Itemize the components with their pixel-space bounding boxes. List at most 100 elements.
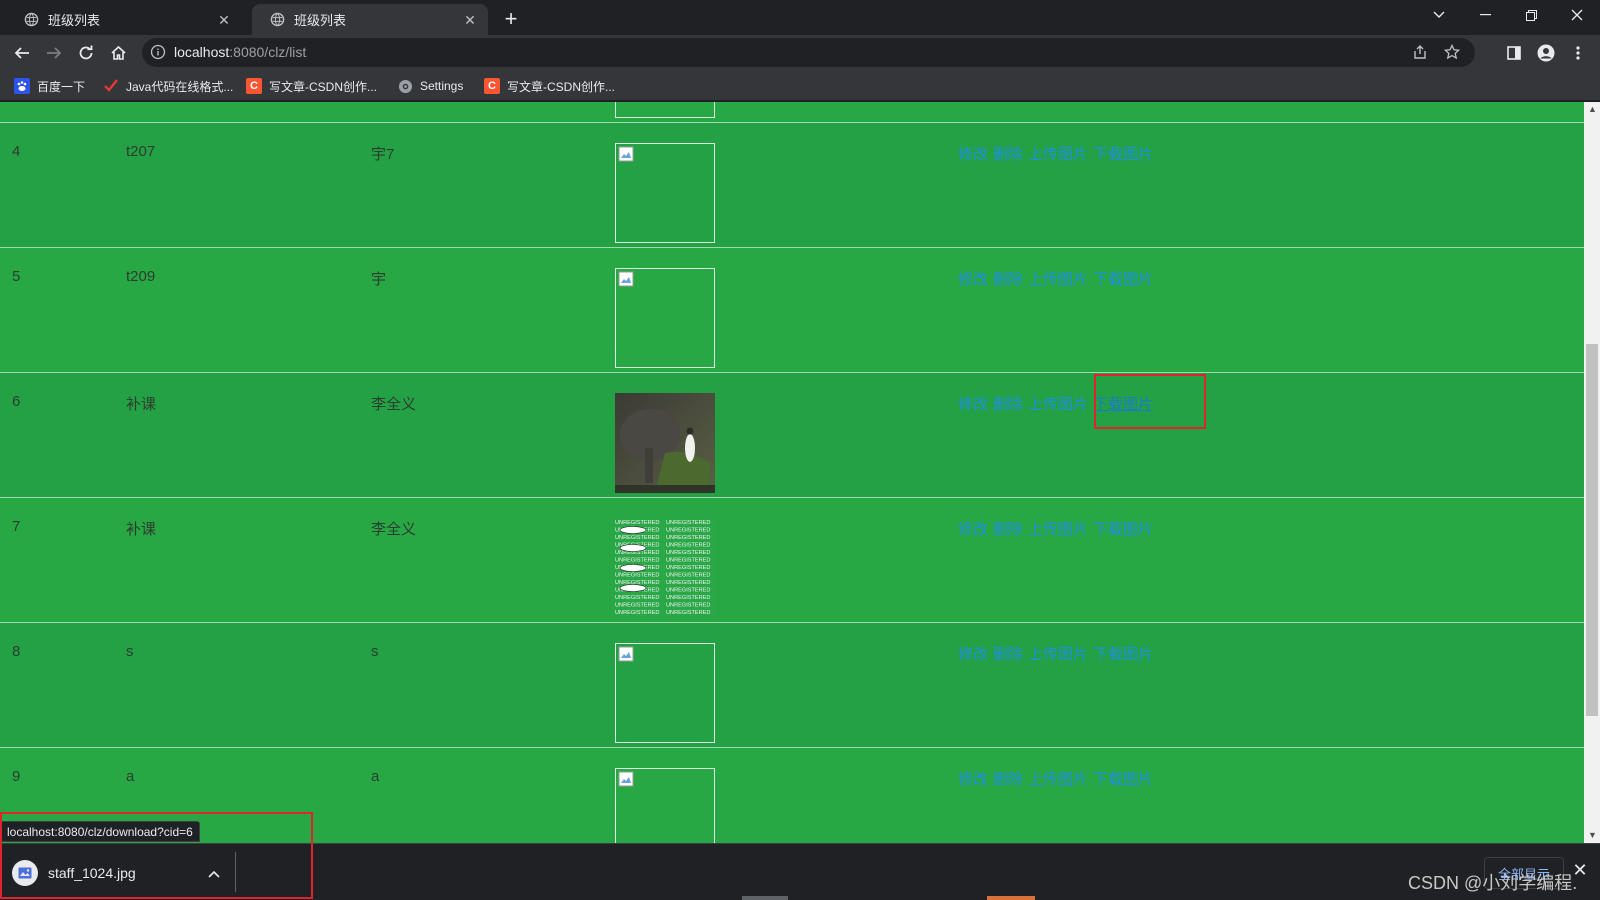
class-photo — [615, 393, 715, 493]
browser-toolbar: localhost:8080/clz/list — [0, 35, 1600, 70]
delete-link[interactable]: 删除 — [993, 396, 1023, 413]
cell-id: 8 — [0, 622, 126, 748]
cell-name — [371, 102, 615, 123]
tab-search-icon[interactable] — [1416, 0, 1462, 30]
info-icon[interactable] — [150, 44, 166, 60]
address-bar[interactable]: localhost:8080/clz/list — [142, 38, 1475, 67]
edit-link[interactable]: 修改 — [958, 271, 988, 288]
cell-name: 李全义 — [371, 497, 615, 623]
table-row: 4 t207 宇7 修改 删除 上传图片 下载图片 — [0, 122, 1584, 248]
close-window-button[interactable] — [1554, 0, 1600, 30]
page-scrollbar[interactable]: ▲ ▼ — [1584, 102, 1600, 843]
cell-code: s — [126, 622, 371, 748]
table-row: 修改删除上传图片下载图片 — [0, 102, 1584, 123]
side-panel-icon[interactable] — [1500, 39, 1528, 67]
class-list-table: 修改删除上传图片下载图片4t207宇7修改删除上传图片下载图片5t209宇修改删… — [0, 102, 1584, 843]
cell-actions: 修改删除上传图片下载图片 — [958, 622, 1584, 748]
scroll-thumb[interactable] — [1586, 344, 1598, 716]
upload-image-link[interactable]: 上传图片 — [1028, 521, 1088, 538]
svg-text:UNREGISTERED: UNREGISTERED — [615, 573, 659, 579]
cell-actions: 修改删除上传图片下载图片 — [958, 122, 1584, 248]
broken-image-icon — [618, 771, 634, 787]
svg-text:UNREGISTERED: UNREGISTERED — [666, 558, 710, 564]
csdn-watermark: CSDN @小刘学编程. — [1408, 873, 1578, 893]
profile-icon[interactable] — [1532, 39, 1560, 67]
delete-link[interactable]: 删除 — [993, 146, 1023, 163]
cell-name: 李全义 — [371, 372, 615, 498]
delete-link[interactable]: 删除 — [993, 771, 1023, 788]
bookmark-settings[interactable]: Settings — [397, 75, 463, 97]
forward-icon[interactable] — [40, 39, 68, 67]
cell-code: 补课 — [126, 372, 371, 498]
svg-text:UNREGISTERED: UNREGISTERED — [615, 520, 659, 526]
tab-close-icon[interactable]: ✕ — [462, 12, 478, 28]
delete-link[interactable]: 删除 — [993, 521, 1023, 538]
bookmark-java-format[interactable]: Java代码在线格式... — [103, 75, 233, 97]
svg-text:UNREGISTERED: UNREGISTERED — [666, 595, 710, 601]
edit-link[interactable]: 修改 — [958, 646, 988, 663]
table-row: 6 补课 李全义 修改 删除 上传图片 下载图片 — [0, 372, 1584, 498]
bookmark-csdn-1[interactable]: C 写文章-CSDN创作... — [246, 75, 377, 97]
tab-close-icon[interactable]: ✕ — [216, 12, 232, 28]
svg-text:UNREGISTERED: UNREGISTERED — [666, 573, 710, 579]
upload-image-link[interactable]: 上传图片 — [1028, 646, 1088, 663]
download-image-link[interactable]: 下载图片 — [1093, 521, 1153, 538]
highlight-box — [0, 812, 313, 899]
csdn-icon: C — [246, 78, 262, 94]
cell-actions: 修改删除上传图片下载图片 — [958, 372, 1584, 498]
upload-image-link[interactable]: 上传图片 — [1028, 396, 1088, 413]
svg-text:UNREGISTERED: UNREGISTERED — [666, 588, 710, 594]
delete-link[interactable]: 删除 — [993, 271, 1023, 288]
tab-inactive[interactable]: 班级列表 ✕ — [6, 4, 242, 35]
share-icon[interactable] — [1406, 38, 1434, 66]
back-icon[interactable] — [8, 39, 36, 67]
cell-actions: 修改删除上传图片下载图片 — [958, 747, 1584, 843]
reload-icon[interactable] — [72, 39, 100, 67]
tab-title: 班级列表 — [48, 13, 101, 28]
download-image-link[interactable]: 下载图片 — [1093, 771, 1153, 788]
cell-image — [615, 747, 958, 843]
svg-text:UNREGISTERED: UNREGISTERED — [666, 528, 710, 534]
globe-icon — [24, 12, 39, 27]
edit-link[interactable]: 修改 — [958, 521, 988, 538]
class-image — [615, 268, 715, 368]
bookmark-baidu[interactable]: 百度一下 — [14, 75, 85, 97]
svg-text:UNREGISTERED: UNREGISTERED — [615, 603, 659, 609]
edit-link[interactable]: 修改 — [958, 396, 988, 413]
tab-active[interactable]: 班级列表 ✕ — [252, 4, 488, 35]
download-image-link[interactable]: 下载图片 — [1093, 146, 1153, 163]
bookmark-label: Settings — [420, 79, 464, 93]
minimize-button[interactable] — [1462, 0, 1508, 30]
download-image-link[interactable]: 下载图片 — [1093, 646, 1153, 663]
bookmark-csdn-2[interactable]: C 写文章-CSDN创作... — [484, 75, 615, 97]
class-image — [615, 143, 715, 243]
menu-icon[interactable] — [1564, 39, 1592, 67]
bookmark-label: 百度一下 — [37, 79, 86, 94]
cell-image — [615, 372, 958, 498]
edit-link[interactable]: 修改 — [958, 771, 988, 788]
cell-image — [615, 622, 958, 748]
delete-link[interactable]: 删除 — [993, 646, 1023, 663]
upload-image-link[interactable]: 上传图片 — [1028, 146, 1088, 163]
cell-name: 宇 — [371, 247, 615, 373]
svg-text:UNREGISTERED: UNREGISTERED — [666, 580, 710, 586]
svg-text:UNREGISTERED: UNREGISTERED — [666, 520, 710, 526]
upload-image-link[interactable]: 上传图片 — [1028, 771, 1088, 788]
home-icon[interactable] — [104, 39, 132, 67]
new-tab-button[interactable]: + — [498, 6, 524, 32]
edit-link[interactable]: 修改 — [958, 146, 988, 163]
cell-code: 补课 — [126, 497, 371, 623]
bookmark-star-icon[interactable] — [1438, 38, 1466, 66]
restore-button[interactable] — [1508, 0, 1554, 30]
scroll-down-icon[interactable]: ▼ — [1588, 831, 1597, 840]
cell-image — [615, 247, 958, 373]
cell-actions: 修改删除上传图片下载图片 — [958, 102, 1584, 123]
tab-strip: 班级列表 ✕ 班级列表 ✕ + — [0, 0, 1600, 35]
scroll-up-icon[interactable]: ▲ — [1588, 105, 1597, 114]
checkmark-icon — [103, 78, 119, 94]
cell-id: 6 — [0, 372, 126, 498]
cell-image — [615, 122, 958, 248]
upload-image-link[interactable]: 上传图片 — [1028, 271, 1088, 288]
download-image-link[interactable]: 下载图片 — [1093, 271, 1153, 288]
cell-id: 5 — [0, 247, 126, 373]
